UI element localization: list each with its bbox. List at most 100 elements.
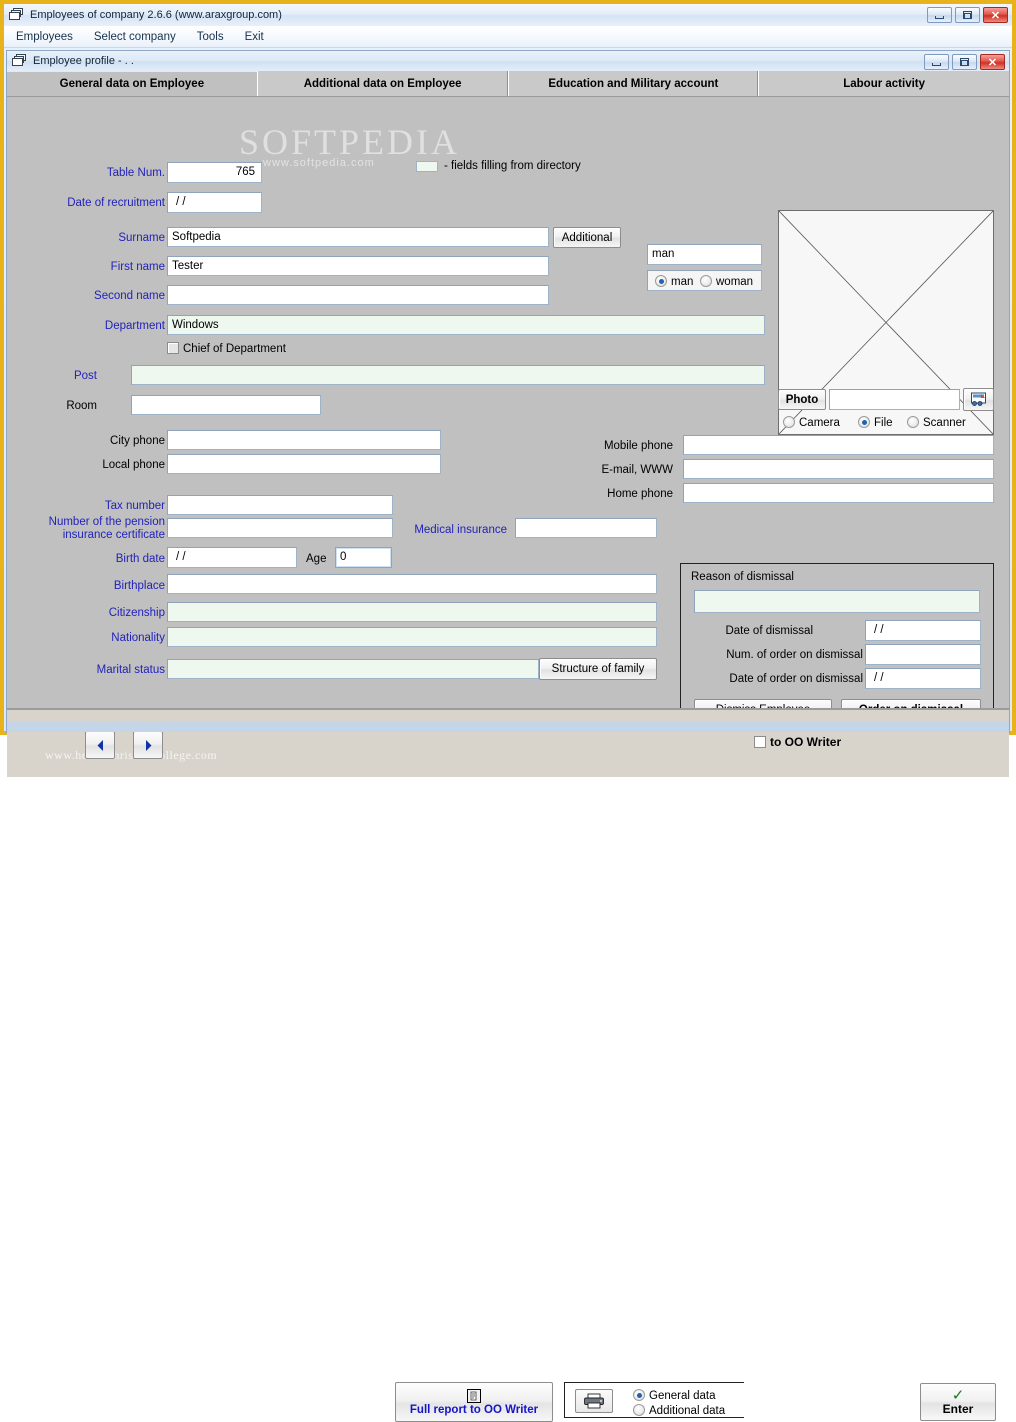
group-title-reason-of-dismissal: Reason of dismissal: [691, 571, 794, 583]
label-pension-certificate: Number of the pension insurance certific…: [48, 516, 165, 541]
input-photo-path[interactable]: [829, 389, 960, 410]
tab-general-data[interactable]: General data on Employee: [7, 71, 258, 96]
enter-button[interactable]: ✓ Enter: [920, 1383, 996, 1421]
label-date-of-order-on-dismissal: Date of order on dismissal: [729, 673, 863, 685]
label-birth-date: Birth date: [115, 553, 165, 565]
input-department[interactable]: Windows: [167, 315, 765, 335]
input-pension-certificate[interactable]: [167, 518, 393, 538]
child-minimize-button[interactable]: [924, 54, 949, 70]
print-options-panel: General data Additional data: [564, 1382, 744, 1418]
input-date-of-dismissal[interactable]: / /: [865, 620, 981, 641]
application-window-inner: Employees of company 2.6.6 (www.araxgrou…: [4, 4, 1012, 1422]
bottom-toolbar: www.healthchristiancollege.com Full repo…: [7, 708, 1009, 1422]
input-gender-value[interactable]: man: [647, 244, 762, 265]
enter-button-label: Enter: [942, 1401, 974, 1416]
radio-gender-woman[interactable]: [700, 275, 712, 287]
input-second-name[interactable]: [167, 285, 549, 305]
application-window: Employees of company 2.6.6 (www.araxgrou…: [0, 0, 1016, 1422]
input-surname[interactable]: Softpedia: [167, 227, 549, 247]
input-reason-of-dismissal[interactable]: [694, 590, 980, 613]
printer-icon: [584, 1393, 604, 1409]
label-num-of-order-on-dismissal: Num. of order on dismissal: [726, 649, 863, 661]
radio-print-general-data[interactable]: [633, 1389, 645, 1401]
photo-button[interactable]: Photo: [778, 389, 826, 410]
menu-item-select-company[interactable]: Select company: [92, 30, 178, 44]
radio-photo-scanner[interactable]: [907, 416, 919, 428]
arrow-right-icon: [145, 739, 151, 751]
maximize-button[interactable]: [955, 7, 980, 23]
tab-education-military[interactable]: Education and Military account: [508, 71, 760, 96]
checkbox-chief-of-department[interactable]: [167, 342, 179, 354]
child-window-title: Employee profile - . .: [33, 55, 134, 67]
check-icon: ✓: [951, 1386, 965, 1404]
label-to-oo-writer: to OO Writer: [770, 735, 842, 749]
input-nationality[interactable]: [167, 627, 657, 647]
input-local-phone[interactable]: [167, 454, 441, 474]
menu-item-tools[interactable]: Tools: [195, 30, 226, 44]
input-email-www[interactable]: [683, 459, 994, 479]
tab-additional-data[interactable]: Additional data on Employee: [257, 71, 509, 96]
input-citizenship[interactable]: [167, 602, 657, 622]
input-city-phone[interactable]: [167, 430, 441, 450]
structure-of-family-button[interactable]: Structure of family: [539, 658, 657, 680]
input-home-phone[interactable]: [683, 483, 994, 503]
label-first-name: First name: [110, 261, 165, 273]
full-report-button[interactable]: Full report to OO Writer: [395, 1382, 553, 1422]
input-birthplace[interactable]: [167, 574, 657, 594]
legend-swatch: [416, 161, 438, 172]
input-date-of-order-on-dismissal[interactable]: / /: [865, 668, 981, 689]
input-date-of-recruitment[interactable]: / /: [167, 192, 262, 213]
status-strip: [7, 722, 1009, 732]
dismiss-employee-button[interactable]: Dismiss Employee: [694, 699, 832, 708]
child-close-button[interactable]: ✕: [980, 54, 1005, 70]
next-record-button[interactable]: [133, 731, 163, 759]
menu-item-exit[interactable]: Exit: [243, 30, 266, 44]
input-room[interactable]: [131, 395, 321, 415]
input-marital-status[interactable]: [167, 659, 539, 679]
input-medical-insurance[interactable]: [515, 518, 657, 538]
label-photo-file: File: [874, 417, 893, 429]
input-first-name[interactable]: Tester: [167, 256, 549, 276]
label-marital-status: Marital status: [96, 664, 165, 676]
printer-button[interactable]: [575, 1389, 613, 1413]
previous-record-button[interactable]: [85, 731, 115, 759]
window-title: Employees of company 2.6.6 (www.araxgrou…: [30, 9, 282, 21]
close-button[interactable]: ✕: [983, 7, 1008, 23]
label-gender-man: man: [671, 276, 694, 288]
label-tax-number: Tax number: [104, 500, 165, 512]
menu-item-employees[interactable]: Employees: [14, 30, 75, 44]
application-stack-icon: [9, 8, 25, 22]
watermark-bottom: www.healthchristiancollege.com: [45, 748, 218, 762]
label-chief-of-department: Chief of Department: [183, 343, 286, 355]
arrow-left-icon: [97, 739, 103, 751]
employee-profile-window: Employee profile - . . ✕ General data on…: [6, 50, 1010, 1422]
label-local-phone: Local phone: [102, 459, 165, 471]
checkbox-to-oo-writer[interactable]: [754, 736, 766, 748]
input-post[interactable]: [131, 365, 765, 385]
radio-print-additional-data[interactable]: [633, 1404, 645, 1416]
radio-photo-camera[interactable]: [783, 416, 795, 428]
radio-gender-man[interactable]: [655, 275, 667, 287]
input-age[interactable]: 0: [335, 547, 392, 568]
photo-browse-icon[interactable]: [963, 388, 994, 411]
label-city-phone: City phone: [110, 435, 165, 447]
label-table-num: Table Num.: [106, 167, 165, 179]
child-maximize-button[interactable]: [952, 54, 977, 70]
label-print-general-data: General data: [649, 1390, 716, 1402]
minimize-button[interactable]: [927, 7, 952, 23]
label-medical-insurance: Medical insurance: [414, 524, 507, 536]
menu-bar: Employees Select company Tools Exit: [4, 26, 1012, 48]
input-num-of-order-on-dismissal[interactable]: [865, 644, 981, 665]
additional-button[interactable]: Additional: [553, 227, 621, 248]
label-email-www: E-mail, WWW: [601, 464, 673, 476]
tab-labour-activity[interactable]: Labour activity: [759, 71, 1009, 96]
label-print-additional-data: Additional data: [649, 1405, 726, 1417]
radio-photo-file[interactable]: [858, 416, 870, 428]
order-on-dismissal-button[interactable]: Order on dismissal: [841, 699, 981, 708]
input-table-num[interactable]: 765: [167, 162, 262, 183]
input-mobile-phone[interactable]: [683, 435, 994, 455]
watermark-softpedia-url: www.softpedia.com: [263, 157, 375, 169]
full-report-button-label: Full report to OO Writer: [409, 1403, 539, 1416]
input-birth-date[interactable]: / /: [167, 547, 297, 568]
input-tax-number[interactable]: [167, 495, 393, 515]
